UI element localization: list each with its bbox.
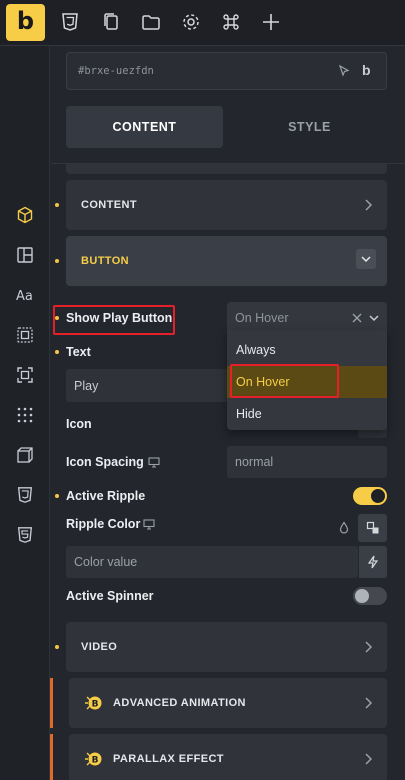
icon-spacing-label: Icon Spacing (66, 455, 144, 469)
bricks-logo[interactable]: b (6, 4, 45, 41)
chevron-right-icon (361, 752, 375, 766)
addon-badge-letter: B (92, 756, 99, 766)
bricks-small-icon[interactable]: b (362, 62, 371, 78)
active-spinner-label: Active Spinner (66, 589, 154, 603)
text-input-value: Play (74, 378, 99, 393)
typography-icon[interactable]: Aa (14, 284, 36, 306)
dropdown-option-always[interactable]: Always (227, 334, 387, 366)
settings-icon[interactable] (179, 10, 203, 34)
select-value: On Hover (235, 311, 289, 325)
toggle-knob (355, 589, 369, 603)
desktop-icon (148, 456, 160, 468)
chevron-right-icon (361, 640, 375, 654)
spacing-icon[interactable] (14, 324, 36, 346)
section-video[interactable]: VIDEO (66, 622, 387, 672)
plus-icon[interactable] (259, 10, 283, 34)
section-hidden-top (66, 164, 387, 174)
chevron-right-icon (361, 198, 375, 212)
css3-icon[interactable] (58, 10, 82, 34)
svg-text:Aa: Aa (16, 289, 33, 304)
chevron-down-icon (368, 312, 380, 324)
tab-style[interactable]: STYLE (231, 106, 388, 148)
clear-icon[interactable] (351, 312, 363, 324)
color-drop-icon[interactable] (338, 521, 350, 535)
modified-dot (55, 350, 59, 354)
icon-spacing-input[interactable]: normal (227, 446, 387, 478)
ripple-color-input[interactable]: Color value (66, 546, 358, 578)
css3-rail-icon[interactable] (14, 484, 36, 506)
section-advanced-animation[interactable]: B ADVANCED ANIMATION (69, 678, 387, 728)
section-title: CONTENT (81, 199, 137, 211)
modified-dot (55, 494, 59, 498)
addon-badge-letter: B (92, 700, 99, 710)
addon-marker (50, 678, 53, 728)
section-title: VIDEO (81, 641, 118, 653)
active-ripple-toggle[interactable] (353, 487, 387, 505)
html5-icon[interactable] (14, 524, 36, 546)
pages-icon[interactable] (99, 10, 123, 34)
left-rail: Aa (0, 46, 50, 780)
cube-icon[interactable] (14, 204, 36, 226)
active-ripple-label: Active Ripple (66, 489, 146, 503)
addon-badge-icon: B (83, 749, 103, 769)
command-icon[interactable] (219, 10, 243, 34)
text-label: Text (66, 345, 91, 359)
grid-dots-icon[interactable] (14, 404, 36, 426)
highlight-box (230, 364, 339, 398)
toggle-knob (371, 489, 385, 503)
color-palette-button[interactable] (358, 514, 387, 542)
dropdown-option-hide[interactable]: Hide (227, 398, 387, 430)
addon-marker (50, 734, 53, 780)
chevron-down-icon[interactable] (356, 249, 376, 269)
section-content[interactable]: CONTENT (66, 180, 387, 230)
modified-dot (55, 203, 59, 207)
chevron-right-icon (361, 696, 375, 710)
top-toolbar: b (0, 0, 405, 46)
tabs: CONTENT STYLE (51, 96, 405, 164)
icon-label: Icon (66, 417, 92, 431)
cursor-icon[interactable] (337, 64, 351, 78)
section-title: BUTTON (81, 255, 130, 267)
section-title: PARALLAX EFFECT (113, 753, 224, 765)
dynamic-data-button[interactable] (359, 546, 387, 578)
section-button[interactable]: BUTTON (66, 236, 387, 286)
text-input[interactable]: Play (66, 369, 228, 402)
layout-icon[interactable] (14, 244, 36, 266)
active-spinner-toggle[interactable] (353, 587, 387, 605)
modified-dot (55, 645, 59, 649)
desktop-icon (143, 518, 155, 530)
ripple-color-label: Ripple Color (66, 517, 141, 531)
element-id: #brxe-uezfdn (78, 65, 154, 77)
addon-badge-icon: B (83, 693, 103, 713)
folder-icon[interactable] (139, 10, 163, 34)
section-parallax-effect[interactable]: B PARALLAX EFFECT (69, 734, 387, 780)
transform-icon[interactable] (14, 444, 36, 466)
ripple-color-placeholder: Color value (74, 555, 138, 569)
icon-spacing-placeholder: normal (235, 455, 274, 469)
element-id-bar[interactable]: #brxe-uezfdn b (66, 52, 387, 90)
tab-content[interactable]: CONTENT (66, 106, 223, 148)
modified-dot (55, 259, 59, 263)
section-title: ADVANCED ANIMATION (113, 697, 246, 709)
sizing-icon[interactable] (14, 364, 36, 386)
highlight-box (53, 305, 175, 335)
